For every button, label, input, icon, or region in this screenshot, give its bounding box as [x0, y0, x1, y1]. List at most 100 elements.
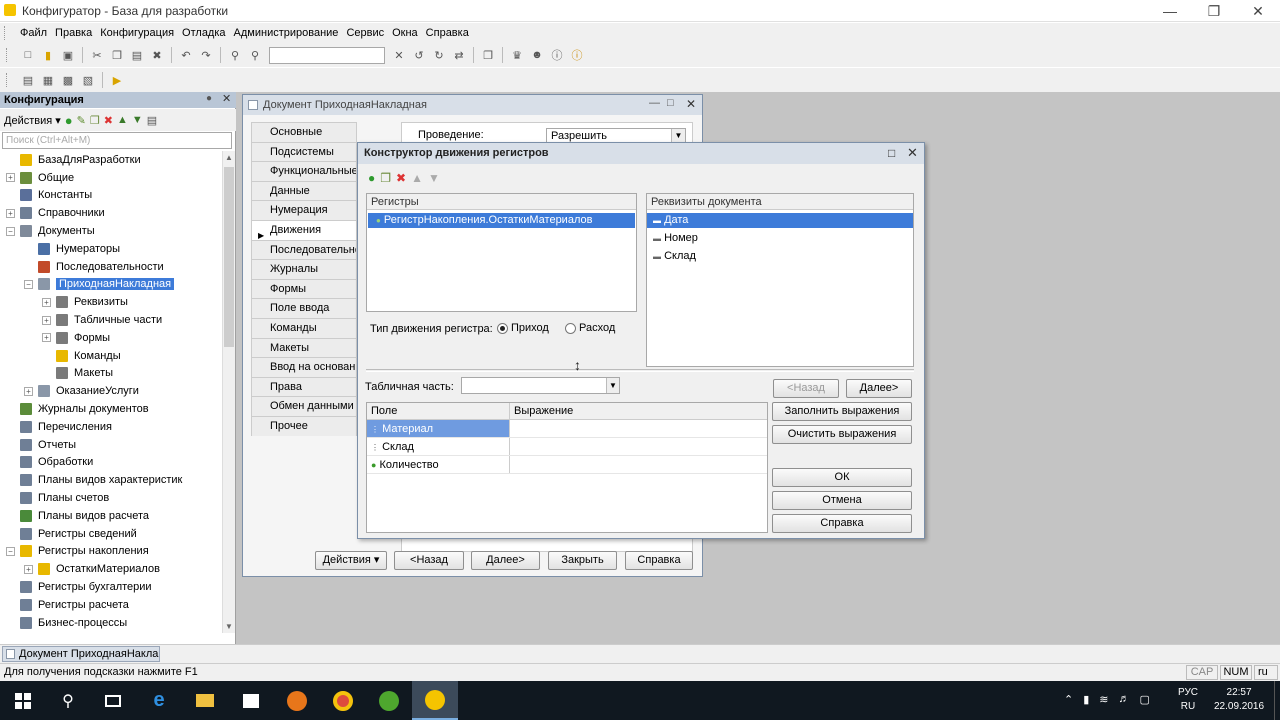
- tree-item[interactable]: + Реквизиты: [0, 293, 222, 311]
- menu-edit[interactable]: Правка: [51, 27, 96, 39]
- replace-icon[interactable]: ⇄: [451, 47, 467, 63]
- action-center-icon[interactable]: ▢: [1140, 693, 1150, 706]
- paste-icon[interactable]: ▤: [129, 47, 145, 63]
- tree-expander-icon[interactable]: +: [6, 208, 15, 218]
- tree-item[interactable]: Макеты: [0, 365, 222, 383]
- register-up-icon[interactable]: ▲: [411, 171, 423, 185]
- menu-debug[interactable]: Отладка: [178, 27, 229, 39]
- tree-expander-icon[interactable]: +: [6, 173, 15, 183]
- delete-register-icon[interactable]: ✖: [396, 171, 406, 185]
- clock[interactable]: 22:57 22.09.2016: [1214, 686, 1264, 714]
- volume-icon[interactable]: ♬: [1119, 693, 1130, 706]
- search-icon[interactable]: ⚲: [45, 681, 91, 720]
- tree-item[interactable]: Журналы документов: [0, 400, 222, 418]
- table-row[interactable]: ● Количество: [367, 456, 767, 474]
- register-row[interactable]: ● РегистрНакопления.ОстаткиМатериалов: [368, 213, 635, 228]
- tree-item[interactable]: Последовательности: [0, 258, 222, 276]
- database-config-icon[interactable]: ▦: [40, 72, 56, 88]
- help-icon[interactable]: ⓘ: [549, 47, 565, 63]
- dialog-close-icon[interactable]: ✕: [907, 145, 918, 161]
- tree-item[interactable]: Планы счетов: [0, 489, 222, 507]
- attribute-row[interactable]: ▬ Дата: [647, 213, 913, 228]
- edit-icon[interactable]: ✎: [77, 114, 86, 127]
- move-up-icon[interactable]: ▲: [117, 114, 128, 126]
- tree-item[interactable]: Отчеты: [0, 436, 222, 454]
- new-icon[interactable]: □: [20, 47, 36, 63]
- syntax-helper-icon[interactable]: ♛: [509, 47, 525, 63]
- run-debug-icon[interactable]: ▶: [109, 72, 125, 88]
- tree-item[interactable]: Регистры сведений: [0, 525, 222, 543]
- tree-item[interactable]: − Регистры накопления: [0, 543, 222, 561]
- torrent-icon[interactable]: [366, 681, 412, 720]
- tray-chevron-icon[interactable]: ⌃: [1064, 693, 1073, 706]
- receipt-radio[interactable]: Приход: [497, 322, 549, 334]
- info-icon[interactable]: ⓘ: [569, 47, 585, 63]
- tree-item[interactable]: Регистры расчета: [0, 596, 222, 614]
- delete-icon[interactable]: ✖: [149, 47, 165, 63]
- tree-item[interactable]: + Общие: [0, 169, 222, 187]
- show-desktop-button[interactable]: [1274, 681, 1280, 720]
- tree-expander-icon[interactable]: +: [42, 333, 51, 343]
- pin-icon[interactable]: ●: [206, 93, 212, 104]
- doc-maximize-icon[interactable]: □: [667, 97, 674, 109]
- properties-icon[interactable]: ▧: [80, 72, 96, 88]
- tabular-part-select[interactable]: ▼: [461, 377, 620, 394]
- tab-1[interactable]: Подсистемы: [251, 141, 357, 162]
- tab-5[interactable]: ▶ Движения: [251, 219, 357, 240]
- tab-2[interactable]: Функциональные: [251, 161, 357, 181]
- find-prev-icon[interactable]: ↺: [411, 47, 427, 63]
- tree-expander-icon[interactable]: −: [6, 546, 15, 556]
- firefox-icon[interactable]: [274, 681, 320, 720]
- start-button[interactable]: [0, 681, 46, 720]
- tree-item[interactable]: Планы видов характеристик: [0, 471, 222, 489]
- wifi-icon[interactable]: ≋: [1099, 693, 1108, 706]
- add-copy-icon[interactable]: ❐: [90, 114, 100, 127]
- close-panel-icon[interactable]: ✕: [222, 92, 231, 105]
- tab-13[interactable]: Права: [251, 376, 357, 397]
- search-icon[interactable]: ⚲: [247, 47, 263, 63]
- tab-4[interactable]: Нумерация: [251, 200, 357, 220]
- table-row[interactable]: ⋮ Склад: [367, 438, 767, 456]
- actions-menu-button[interactable]: Действия ▾: [4, 114, 61, 127]
- tab-12[interactable]: Ввод на основании: [251, 357, 357, 377]
- doc-back-button[interactable]: <Назад: [394, 551, 464, 570]
- menu-configuration[interactable]: Конфигурация: [96, 27, 178, 39]
- column-field[interactable]: Поле: [367, 403, 510, 419]
- doc-help-button[interactable]: Справка: [625, 551, 693, 570]
- menu-windows[interactable]: Окна: [388, 27, 422, 39]
- doc-minimize-icon[interactable]: —: [649, 97, 660, 109]
- table-row[interactable]: ⋮ Материал: [367, 420, 767, 438]
- copy-icon[interactable]: ❐: [109, 47, 125, 63]
- input-language[interactable]: РУС RU: [1178, 686, 1198, 714]
- menu-file[interactable]: Файл: [16, 27, 51, 39]
- cancel-button[interactable]: Отмена: [772, 491, 912, 510]
- doc-actions-button[interactable]: Действия ▾: [315, 551, 387, 570]
- store-icon[interactable]: [228, 681, 274, 720]
- maximize-button[interactable]: ❐: [1194, 1, 1234, 21]
- move-down-icon[interactable]: ▼: [132, 114, 143, 126]
- find-next-icon[interactable]: ↻: [431, 47, 447, 63]
- dialog-back-button[interactable]: <Назад: [773, 379, 839, 398]
- undo-icon[interactable]: ↶: [178, 47, 194, 63]
- tab-8[interactable]: Формы: [251, 278, 357, 299]
- save-icon[interactable]: ▣: [60, 47, 76, 63]
- battery-icon[interactable]: ▮: [1083, 693, 1089, 706]
- dialog-next-button[interactable]: Далее>: [846, 379, 912, 398]
- tab-3[interactable]: Данные: [251, 180, 357, 201]
- window-tab-document[interactable]: Документ ПриходнаяНакла...: [2, 646, 160, 662]
- minimize-button[interactable]: —: [1150, 1, 1190, 21]
- tree-item[interactable]: Нумераторы: [0, 240, 222, 258]
- configuration-search-input[interactable]: Поиск (Ctrl+Alt+M): [2, 132, 232, 149]
- column-expression[interactable]: Выражение: [510, 403, 573, 419]
- tab-11[interactable]: Макеты: [251, 337, 357, 358]
- attribute-row[interactable]: ▬ Склад: [647, 249, 913, 264]
- fill-expressions-button[interactable]: Заполнить выражения: [772, 402, 912, 421]
- assistant-icon[interactable]: ☻: [529, 47, 545, 63]
- register-down-icon[interactable]: ▼: [428, 171, 440, 185]
- open-icon[interactable]: ▮: [40, 47, 56, 63]
- tree-expander-icon[interactable]: +: [42, 297, 51, 307]
- tab-15[interactable]: Прочее: [251, 415, 357, 436]
- splitter[interactable]: [366, 369, 914, 372]
- tree-item[interactable]: Планы видов расчета: [0, 507, 222, 525]
- clear-expressions-button[interactable]: Очистить выражения: [772, 425, 912, 444]
